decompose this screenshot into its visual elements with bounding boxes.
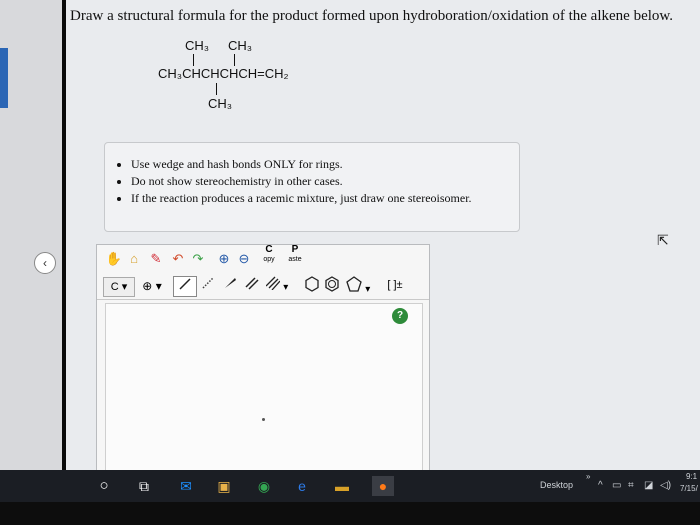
caret-up-icon[interactable]: ^ <box>598 480 603 491</box>
left-sidebar: ‹ <box>0 0 66 470</box>
drawing-canvas[interactable] <box>105 303 423 470</box>
paste-label-top: P <box>291 244 299 255</box>
methyl-top-left: CH₃ <box>185 38 210 53</box>
edge-icon[interactable]: e <box>292 476 312 496</box>
instructions-box: Use wedge and hash bonds ONLY for rings.… <box>104 142 520 232</box>
task-view-icon[interactable]: ⧉ <box>134 476 154 496</box>
copy-label-top: C <box>265 244 273 255</box>
structure-editor: ✋ ⌂ ✎ ↶ ↷ ⊕ ⊖ C opy P aste C ▾ ⊕ ▾ ▾ ▾ [… <box>96 244 430 470</box>
hexagon-icon <box>305 276 319 292</box>
collapse-sidebar-button[interactable]: ‹ <box>34 252 56 274</box>
single-bond-button[interactable] <box>173 276 197 297</box>
desktop-toolbar-label[interactable]: Desktop <box>540 480 573 490</box>
instructions-list: Use wedge and hash bonds ONLY for rings.… <box>127 157 519 206</box>
chevron-right-icon[interactable]: » <box>586 472 590 481</box>
pentagon-icon <box>345 276 362 292</box>
mouse-cursor-icon: ⇱ <box>657 232 669 248</box>
notification-icon[interactable]: ◪ <box>644 480 653 491</box>
chevron-down-icon: ▾ <box>283 282 289 293</box>
double-bond-icon <box>245 277 259 290</box>
instruction-item: Use wedge and hash bonds ONLY for rings. <box>131 157 519 172</box>
paste-button[interactable]: P aste <box>285 245 305 265</box>
triple-bond-button[interactable]: ▾ <box>263 276 291 297</box>
element-label: C <box>110 281 119 293</box>
chrome-icon[interactable]: ◉ <box>254 476 274 496</box>
firefox-icon[interactable]: ● <box>372 476 394 496</box>
alkene-structure: CH₃ CH₃ CH₃CHCHCHCH=CH₂ CH₃ <box>150 38 350 118</box>
bond-bottom <box>216 83 217 95</box>
help-icon[interactable]: ? <box>392 308 408 324</box>
eraser-icon[interactable]: ✎ <box>147 250 165 268</box>
store-icon[interactable]: ▣ <box>214 476 234 496</box>
methyl-top-right: CH₃ <box>228 38 253 53</box>
cortana-icon[interactable]: ○ <box>94 476 114 496</box>
charge-plus-icon: ⊕ <box>142 279 153 293</box>
bond-top-left <box>193 54 194 66</box>
hand-tool-icon[interactable]: ✋ <box>105 250 123 268</box>
main-chain: CH₃CHCHCHCH=CH₂ <box>158 66 289 81</box>
benzene-ring-button[interactable] <box>323 276 341 297</box>
zoom-out-icon[interactable]: ⊖ <box>235 250 253 268</box>
bracket-label: [ ]± <box>387 279 403 291</box>
monitor-bezel <box>0 502 700 525</box>
hash-bond-button[interactable] <box>199 276 217 295</box>
network-icon[interactable]: ⌗ <box>628 480 634 491</box>
hexagon-ring-button[interactable] <box>303 276 321 297</box>
copy-button[interactable]: C opy <box>259 245 279 265</box>
volume-icon[interactable]: ◁) <box>660 480 671 491</box>
windows-taskbar: ○ ⧉ ✉ ▣ ◉ e ▬ ● Desktop » ^ ▭ ⌗ ◪ ◁) 9:1… <box>0 470 700 502</box>
zoom-in-icon[interactable]: ⊕ <box>215 250 233 268</box>
bond-top-right <box>234 54 235 66</box>
methyl-bottom: CH₃ <box>208 96 233 111</box>
copy-label-bottom: opy <box>263 256 275 263</box>
benzene-icon <box>325 276 339 292</box>
editor-toolbar-bottom: C ▾ ⊕ ▾ ▾ ▾ []± <box>97 273 429 300</box>
wedge-bond-button[interactable] <box>221 276 239 295</box>
triple-bond-icon <box>265 276 281 291</box>
chevron-down-icon: ▾ <box>121 281 128 293</box>
redo-icon[interactable]: ↷ <box>189 250 207 268</box>
wedge-bond-icon <box>225 278 236 288</box>
double-bond-button[interactable] <box>243 276 261 295</box>
instruction-item: Do not show stereochemistry in other cas… <box>131 174 519 189</box>
hash-bond-icon <box>202 277 214 289</box>
paste-label-bottom: aste <box>288 256 302 263</box>
single-bond-icon <box>179 278 191 290</box>
sidebar-accent <box>0 48 8 108</box>
undo-icon[interactable]: ↶ <box>169 250 187 268</box>
clock-time[interactable]: 9:1 <box>686 472 697 481</box>
browser-viewport: ‹ Draw a structural formula for the prod… <box>0 0 700 470</box>
instruction-item: If the reaction produces a racemic mixtu… <box>131 191 519 206</box>
clock-date[interactable]: 7/15/ <box>680 484 698 493</box>
lasso-tool-icon[interactable]: ⌂ <box>125 250 143 268</box>
chevron-down-icon: ▾ <box>365 284 371 295</box>
battery-icon[interactable]: ▭ <box>612 480 621 491</box>
question-text: Draw a structural formula for the produc… <box>70 8 674 24</box>
charge-selector[interactable]: ⊕ ▾ <box>139 277 165 295</box>
mail-icon[interactable]: ✉ <box>176 476 196 496</box>
chevron-left-icon: ‹ <box>43 256 47 270</box>
pentagon-ring-button[interactable]: ▾ <box>343 276 373 299</box>
element-selector[interactable]: C ▾ <box>103 277 135 297</box>
editor-toolbar-top: ✋ ⌂ ✎ ↶ ↷ ⊕ ⊖ C opy P aste <box>97 245 429 273</box>
canvas-dot <box>262 418 265 421</box>
file-explorer-icon[interactable]: ▬ <box>332 476 352 496</box>
chevron-down-icon: ▾ <box>155 279 162 293</box>
bracket-button[interactable]: [ ]± <box>379 276 411 294</box>
